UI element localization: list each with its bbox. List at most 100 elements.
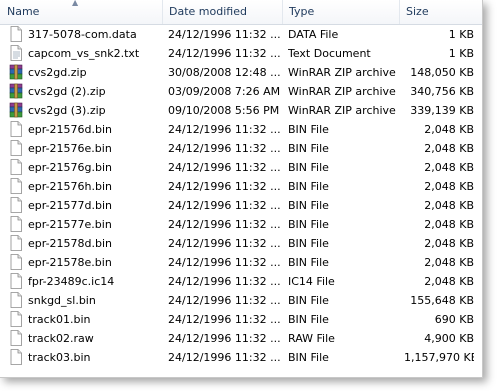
file-row[interactable]: fpr-23489c.ic14 24/12/1996 11:32 ... IC14 … <box>0 272 482 291</box>
file-date-modified: 24/12/1996 11:32 ... <box>168 123 281 136</box>
file-type: BIN File <box>288 351 329 364</box>
document-icon <box>8 197 24 213</box>
file-row[interactable]: epr-21576h.bin 24/12/1996 11:32 ... BIN Fi… <box>0 177 482 196</box>
file-date-modified: 24/12/1996 11:32 ... <box>168 142 281 155</box>
file-type: WinRAR ZIP archive <box>288 85 396 98</box>
document-icon <box>8 26 24 42</box>
file-size: 2,048 KB <box>424 142 474 155</box>
file-name: epr-21577e.bin <box>28 218 112 231</box>
sort-ascending-icon: ▲ <box>72 0 79 7</box>
file-row[interactable]: epr-21577d.bin 24/12/1996 11:32 ... BIN Fi… <box>0 196 482 215</box>
document-icon <box>8 292 24 308</box>
file-name: fpr-23489c.ic14 <box>28 275 115 288</box>
file-row[interactable]: cvs2gd (3).zip 09/10/2008 5:56 PM WinRAR Z… <box>0 101 482 120</box>
file-type: BIN File <box>288 180 329 193</box>
column-header-size[interactable]: Size <box>399 0 482 24</box>
file-name: 317-5078-com.data <box>28 28 137 41</box>
winrar-archive-icon <box>8 64 24 80</box>
column-header-date[interactable]: Date modified <box>162 0 282 24</box>
file-size: 4,900 KB <box>424 332 474 345</box>
file-name: epr-21576e.bin <box>28 142 112 155</box>
file-type: BIN File <box>288 313 329 326</box>
file-row[interactable]: track03.bin 24/12/1996 11:32 ... BIN File 1… <box>0 348 482 367</box>
file-size: 2,048 KB <box>424 199 474 212</box>
file-row[interactable]: epr-21578d.bin 24/12/1996 11:32 ... BIN Fi… <box>0 234 482 253</box>
file-name: track02.raw <box>28 332 94 345</box>
document-icon <box>8 235 24 251</box>
file-type: BIN File <box>288 199 329 212</box>
file-type: BIN File <box>288 142 329 155</box>
file-size: 2,048 KB <box>424 161 474 174</box>
document-icon <box>8 349 24 365</box>
file-name: epr-21578e.bin <box>28 256 112 269</box>
document-icon <box>8 216 24 232</box>
file-date-modified: 24/12/1996 11:32 ... <box>168 199 281 212</box>
file-row[interactable]: cvs2gd.zip 30/08/2008 12:48 ... WinRAR ZIP… <box>0 63 482 82</box>
document-icon <box>8 159 24 175</box>
document-icon <box>8 273 24 289</box>
winrar-archive-icon <box>8 102 24 118</box>
file-name: epr-21576d.bin <box>28 123 113 136</box>
file-row[interactable]: epr-21578e.bin 24/12/1996 11:32 ... BIN Fi… <box>0 253 482 272</box>
file-date-modified: 09/10/2008 5:56 PM <box>168 104 280 117</box>
file-date-modified: 24/12/1996 11:32 ... <box>168 218 281 231</box>
file-name: epr-21576g.bin <box>28 161 113 174</box>
file-date-modified: 24/12/1996 11:32 ... <box>168 275 281 288</box>
document-icon <box>8 121 24 137</box>
file-type: Text Document <box>288 47 371 60</box>
file-date-modified: 24/12/1996 11:32 ... <box>168 161 281 174</box>
file-type: IC14 File <box>288 275 335 288</box>
column-header-type-label: Type <box>289 5 315 18</box>
file-type: BIN File <box>288 123 329 136</box>
file-date-modified: 24/12/1996 11:32 ... <box>168 256 281 269</box>
file-date-modified: 24/12/1996 11:32 ... <box>168 237 281 250</box>
file-name: epr-21577d.bin <box>28 199 113 212</box>
winrar-archive-icon <box>8 83 24 99</box>
file-row[interactable]: capcom_vs_snk2.txt 24/12/1996 11:32 ... Te… <box>0 44 482 63</box>
file-row[interactable]: epr-21576g.bin 24/12/1996 11:32 ... BIN Fi… <box>0 158 482 177</box>
file-type: WinRAR ZIP archive <box>288 66 396 79</box>
file-name: capcom_vs_snk2.txt <box>28 47 140 60</box>
file-row[interactable]: track01.bin 24/12/1996 11:32 ... BIN File 6… <box>0 310 482 329</box>
file-type: BIN File <box>288 237 329 250</box>
file-date-modified: 24/12/1996 11:32 ... <box>168 351 281 364</box>
file-type: WinRAR ZIP archive <box>288 104 396 117</box>
file-date-modified: 24/12/1996 11:32 ... <box>168 180 281 193</box>
file-size: 155,648 KB <box>410 294 474 307</box>
file-type: RAW File <box>288 332 335 345</box>
file-date-modified: 03/09/2008 7:26 AM <box>168 85 281 98</box>
column-header-date-label: Date modified <box>169 5 247 18</box>
document-icon <box>8 140 24 156</box>
file-size: 2,048 KB <box>424 218 474 231</box>
file-row[interactable]: 317-5078-com.data 24/12/1996 11:32 ... DAT… <box>0 25 482 44</box>
file-type: BIN File <box>288 256 329 269</box>
file-size: 2,048 KB <box>424 237 474 250</box>
column-header-size-label: Size <box>406 5 429 18</box>
document-icon <box>8 311 24 327</box>
file-row[interactable]: epr-21577e.bin 24/12/1996 11:32 ... BIN Fi… <box>0 215 482 234</box>
file-name: track03.bin <box>28 351 91 364</box>
file-row[interactable]: cvs2gd (2).zip 03/09/2008 7:26 AM WinRAR Z… <box>0 82 482 101</box>
file-name: epr-21578d.bin <box>28 237 113 250</box>
file-type: BIN File <box>288 294 329 307</box>
column-header-name-label: Name <box>7 5 40 18</box>
file-date-modified: 24/12/1996 11:32 ... <box>168 313 281 326</box>
file-row[interactable]: epr-21576d.bin 24/12/1996 11:32 ... BIN Fi… <box>0 120 482 139</box>
file-list: 317-5078-com.data 24/12/1996 11:32 ... DAT… <box>0 25 482 367</box>
column-header-type[interactable]: Type <box>282 0 399 24</box>
file-name: cvs2gd (3).zip <box>28 104 106 117</box>
file-name: cvs2gd (2).zip <box>28 85 106 98</box>
file-row[interactable]: track02.raw 24/12/1996 11:32 ... RAW File 4… <box>0 329 482 348</box>
file-name: epr-21576h.bin <box>28 180 113 193</box>
file-name: snkgd_sl.bin <box>28 294 96 307</box>
column-header-bar: ▲ Name Date modified Type Size <box>0 0 482 25</box>
file-row[interactable]: epr-21576e.bin 24/12/1996 11:32 ... BIN Fi… <box>0 139 482 158</box>
file-size: 1 KB <box>448 28 474 41</box>
file-row[interactable]: snkgd_sl.bin 24/12/1996 11:32 ... BIN File… <box>0 291 482 310</box>
file-list-window: ▲ Name Date modified Type Size 317-5078-… <box>0 0 483 378</box>
column-header-name[interactable]: ▲ Name <box>0 0 162 24</box>
file-size: 690 KB <box>434 313 474 326</box>
file-size: 148,050 KB <box>410 66 474 79</box>
file-size: 2,048 KB <box>424 123 474 136</box>
file-type: BIN File <box>288 218 329 231</box>
